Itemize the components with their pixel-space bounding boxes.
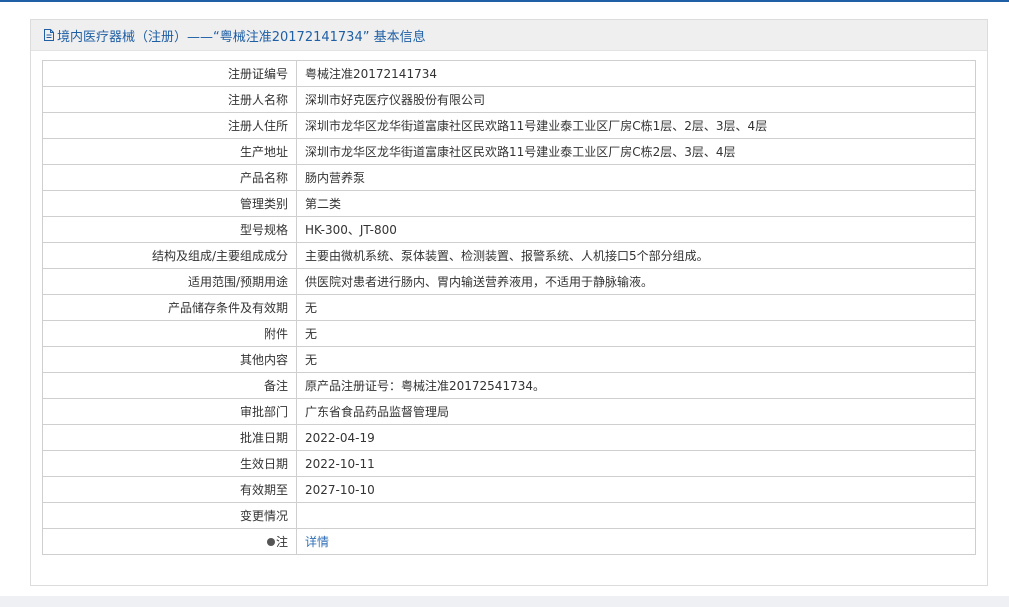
row-value: 深圳市好克医疗仪器股份有限公司 (296, 86, 976, 113)
table-row: 适用范围/预期用途 供医院对患者进行肠内、胃内输送营养液用，不适用于静脉输液。 (42, 268, 976, 295)
row-value (296, 502, 976, 529)
row-value: 广东省食品药品监督管理局 (296, 398, 976, 425)
row-label: 注册证编号 (42, 60, 297, 87)
row-label: 产品名称 (42, 164, 297, 191)
page-title: 境内医疗器械（注册）——“粤械注准20172141734” 基本信息 (57, 29, 426, 45)
row-label: 备注 (42, 372, 297, 399)
note-row: 注 详情 (42, 528, 976, 555)
row-label: 注册人名称 (42, 86, 297, 113)
row-value: 2027-10-10 (296, 476, 976, 503)
table-row: 结构及组成/主要组成成分 主要由微机系统、泵体装置、检测装置、报警系统、人机接口5… (42, 242, 976, 269)
row-label: 适用范围/预期用途 (42, 268, 297, 295)
row-label: 型号规格 (42, 216, 297, 243)
row-value: 无 (296, 320, 976, 347)
table-row: 附件无 (42, 320, 976, 347)
details-link[interactable]: 详情 (305, 535, 329, 549)
table-row: 其他内容无 (42, 346, 976, 373)
table-row: 生产地址 深圳市龙华区龙华街道富康社区民欢路11号建业泰工业区厂房C栋2层、3层、… (42, 138, 976, 165)
table-row: 型号规格 HK-300、JT-800 (42, 216, 976, 243)
row-value: 2022-10-11 (296, 450, 976, 477)
row-label: 附件 (42, 320, 297, 347)
row-value: 粤械注准20172141734 (296, 60, 976, 87)
row-value: 深圳市龙华区龙华街道富康社区民欢路11号建业泰工业区厂房C栋2层、3层、4层 (296, 138, 976, 165)
note-label: 注 (275, 535, 288, 549)
table-row: 审批部门 广东省食品药品监督管理局 (42, 398, 976, 425)
row-value: 2022-04-19 (296, 424, 976, 451)
row-label: 生效日期 (42, 450, 297, 477)
document-icon (43, 28, 55, 42)
row-label: 变更情况 (42, 502, 297, 529)
row-value: 无 (296, 346, 976, 373)
row-value: 第二类 (296, 190, 976, 217)
row-value: HK-300、JT-800 (296, 216, 976, 243)
table-row: 注册人住所 深圳市龙华区龙华街道富康社区民欢路11号建业泰工业区厂房C栋1层、2层… (42, 112, 976, 139)
row-value: 原产品注册证号：粤械注准20172541734。 (296, 372, 976, 399)
note-value-cell: 详情 (296, 528, 976, 555)
row-value: 深圳市龙华区龙华街道富康社区民欢路11号建业泰工业区厂房C栋1层、2层、3层、4… (296, 112, 976, 139)
table-row: 有效期至 2027-10-10 (42, 476, 976, 503)
table-row: 变更情况 (42, 502, 976, 529)
bottom-band (0, 596, 1009, 607)
table-row: 产品名称 肠内营养泵 (42, 164, 976, 191)
row-label: 结构及组成/主要组成成分 (42, 242, 297, 269)
table-row: 备注 原产品注册证号：粤械注准20172541734。 (42, 372, 976, 399)
row-value: 主要由微机系统、泵体装置、检测装置、报警系统、人机接口5个部分组成。 (296, 242, 976, 269)
table-row: 注册证编号 粤械注准20172141734 (42, 60, 976, 87)
panel-header: 境内医疗器械（注册）——“粤械注准20172141734” 基本信息 (31, 20, 987, 51)
row-label: 生产地址 (42, 138, 297, 165)
row-label: 产品储存条件及有效期 (42, 294, 297, 321)
row-label: 管理类别 (42, 190, 297, 217)
table-row: 生效日期 2022-10-11 (42, 450, 976, 477)
info-table: 注册证编号 粤械注准20172141734 注册人名称 深圳市好克医疗仪器股份有限公司… (42, 60, 976, 555)
row-label: 有效期至 (42, 476, 297, 503)
row-label: 其他内容 (42, 346, 297, 373)
row-label: 注册人住所 (42, 112, 297, 139)
row-value: 肠内营养泵 (296, 164, 976, 191)
row-value: 供医院对患者进行肠内、胃内输送营养液用，不适用于静脉输液。 (296, 268, 976, 295)
table-row: 产品储存条件及有效期无 (42, 294, 976, 321)
row-label: 审批部门 (42, 398, 297, 425)
row-value: 无 (296, 294, 976, 321)
info-dot-icon (266, 537, 275, 546)
row-label: 批准日期 (42, 424, 297, 451)
top-accent-line (0, 0, 1009, 2)
info-panel: 境内医疗器械（注册）——“粤械注准20172141734” 基本信息 注册证编号… (30, 19, 988, 586)
table-row: 批准日期 2022-04-19 (42, 424, 976, 451)
table-row: 管理类别 第二类 (42, 190, 976, 217)
table-row: 注册人名称 深圳市好克医疗仪器股份有限公司 (42, 86, 976, 113)
note-label-cell: 注 (42, 528, 297, 555)
